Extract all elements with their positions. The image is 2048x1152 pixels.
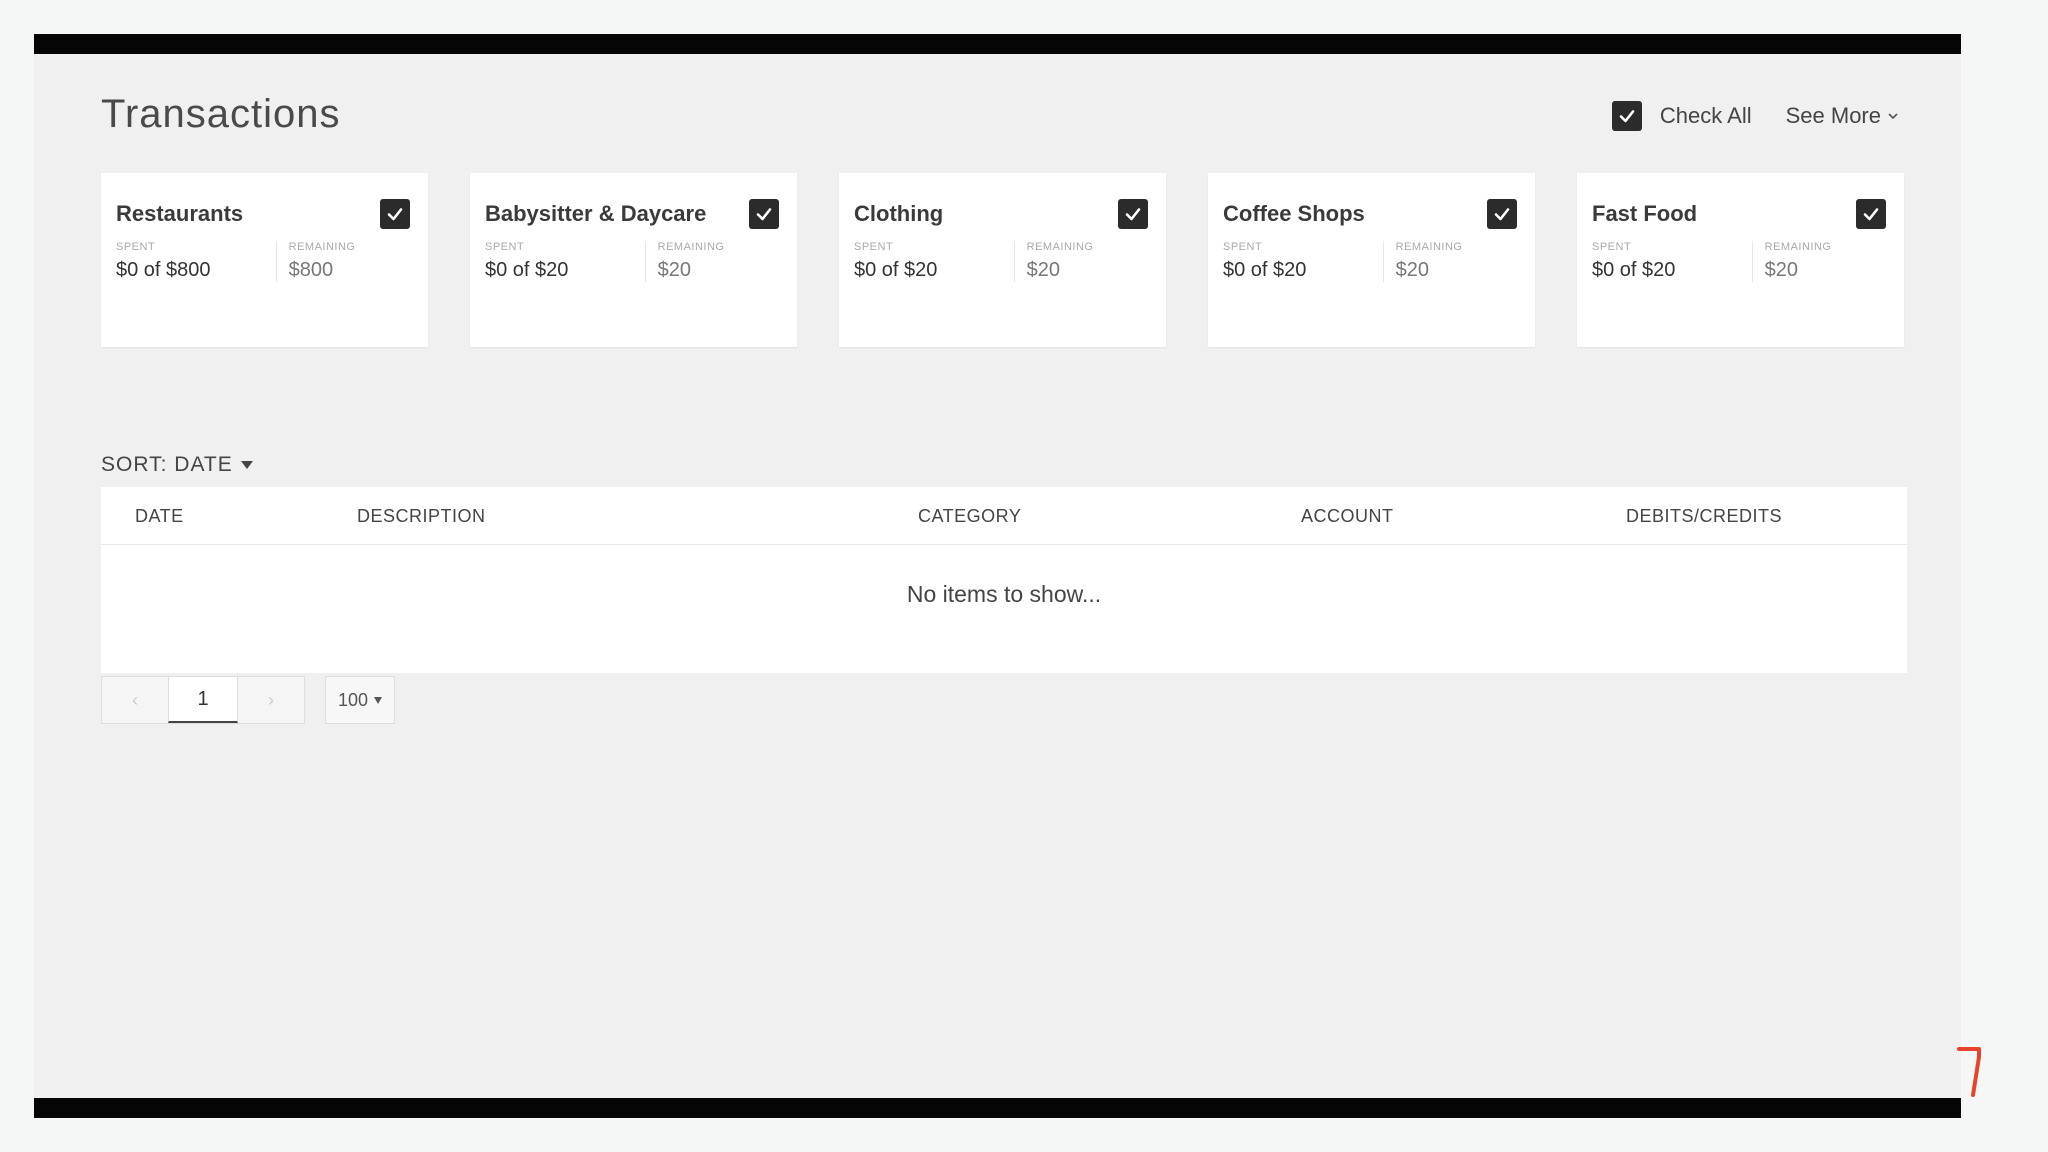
bottom-bar [34,1098,1961,1118]
remaining-stat: REMAINING $20 [1382,241,1520,282]
remaining-value: $800 [288,259,334,281]
remaining-value: $20 [1764,259,1798,281]
spent-value: $0 of $20 [485,259,569,281]
check-all-checkbox[interactable] [1611,101,1642,131]
column-header-date[interactable]: DATE [135,506,184,527]
page-title: Transactions [101,92,341,136]
spent-value: $0 of $20 [1223,259,1307,281]
remaining-value: $20 [657,259,691,281]
check-icon [1863,208,1879,221]
transactions-table: DATE DESCRIPTION CATEGORY ACCOUNT DEBITS… [101,487,1907,673]
sort-dropdown[interactable]: SORT: DATE [101,453,253,477]
card-title: Clothing [854,201,944,226]
budget-card: Clothing SPENT $0 of $20 REMAINING $20 [839,173,1166,347]
remaining-stat: REMAINING $20 [644,241,782,282]
budget-card: Restaurants SPENT $0 of $800 REMAINING $… [101,173,428,347]
card-title: Coffee Shops [1223,201,1365,226]
check-icon [1125,208,1141,221]
check-all-toggle[interactable]: Check All [1611,101,1752,131]
card-checkbox[interactable] [749,199,779,229]
budget-card: Babysitter & Daycare SPENT $0 of $20 REM… [470,173,797,347]
chevron-down-icon [1888,113,1898,120]
column-header-category[interactable]: CATEGORY [918,506,1021,527]
per-page-value: 100 [337,689,369,710]
page-nav: ‹ 1 › [101,676,305,724]
card-stats: SPENT $0 of $20 REMAINING $20 [485,241,782,282]
current-page[interactable]: 1 [168,677,238,723]
check-icon [1494,208,1510,221]
remaining-stat: REMAINING $20 [1751,241,1889,282]
remaining-label: REMAINING [288,241,356,253]
budget-card: Coffee Shops SPENT $0 of $20 REMAINING $… [1208,173,1535,347]
card-checkbox[interactable] [1487,199,1517,229]
sort-label: SORT: DATE [101,453,233,476]
remaining-label: REMAINING [1395,241,1463,253]
card-checkbox[interactable] [1118,199,1148,229]
spent-stat: SPENT $0 of $20 [1592,241,1752,282]
spent-label: SPENT [1592,241,1632,253]
column-header-description[interactable]: DESCRIPTION [357,506,486,527]
spent-value: $0 of $20 [1592,259,1676,281]
caret-down-icon [374,696,383,704]
spent-stat: SPENT $0 of $20 [485,241,645,282]
card-checkbox[interactable] [1856,199,1886,229]
remaining-label: REMAINING [657,241,725,253]
prev-page-button[interactable]: ‹ [102,677,168,723]
corner-mark [1957,1047,1981,1097]
table-header: DATE DESCRIPTION CATEGORY ACCOUNT DEBITS… [101,487,1907,545]
remaining-label: REMAINING [1764,241,1832,253]
app-frame: Transactions Check All See More Restaura… [34,34,1961,1118]
card-title: Restaurants [116,201,244,226]
budget-cards: Restaurants SPENT $0 of $800 REMAINING $… [101,173,1904,347]
check-icon [387,208,403,221]
check-icon [1619,110,1635,123]
card-stats: SPENT $0 of $20 REMAINING $20 [854,241,1151,282]
card-title: Fast Food [1592,201,1698,226]
check-icon [756,208,772,221]
spent-stat: SPENT $0 of $800 [116,241,276,282]
remaining-value: $20 [1395,259,1429,281]
spent-label: SPENT [116,241,156,253]
card-stats: SPENT $0 of $20 REMAINING $20 [1223,241,1520,282]
card-checkbox[interactable] [380,199,410,229]
spent-stat: SPENT $0 of $20 [854,241,1014,282]
spent-value: $0 of $800 [116,259,211,281]
card-stats: SPENT $0 of $20 REMAINING $20 [1592,241,1889,282]
column-header-account[interactable]: ACCOUNT [1301,506,1394,527]
remaining-value: $20 [1026,259,1060,281]
see-more-button[interactable]: See More [1786,103,1899,129]
check-all-label: Check All [1659,103,1752,128]
card-title: Babysitter & Daycare [485,201,707,226]
caret-down-icon [240,461,253,469]
budget-card: Fast Food SPENT $0 of $20 REMAINING $20 [1577,173,1904,347]
empty-message: No items to show... [906,581,1102,607]
per-page-select[interactable]: 100 [325,676,395,724]
header-controls: Check All See More [1611,101,1899,131]
spent-label: SPENT [1223,241,1263,253]
top-bar [34,34,1961,54]
spent-label: SPENT [485,241,525,253]
remaining-label: REMAINING [1026,241,1094,253]
spent-stat: SPENT $0 of $20 [1223,241,1383,282]
spent-label: SPENT [854,241,894,253]
column-header-debits-credits[interactable]: DEBITS/CREDITS [1626,506,1782,527]
spent-value: $0 of $20 [854,259,938,281]
next-page-button[interactable]: › [238,677,304,723]
see-more-label: See More [1785,103,1881,128]
pagination: ‹ 1 › 100 [101,676,395,724]
remaining-stat: REMAINING $20 [1013,241,1151,282]
remaining-stat: REMAINING $800 [275,241,413,282]
card-stats: SPENT $0 of $800 REMAINING $800 [116,241,413,282]
